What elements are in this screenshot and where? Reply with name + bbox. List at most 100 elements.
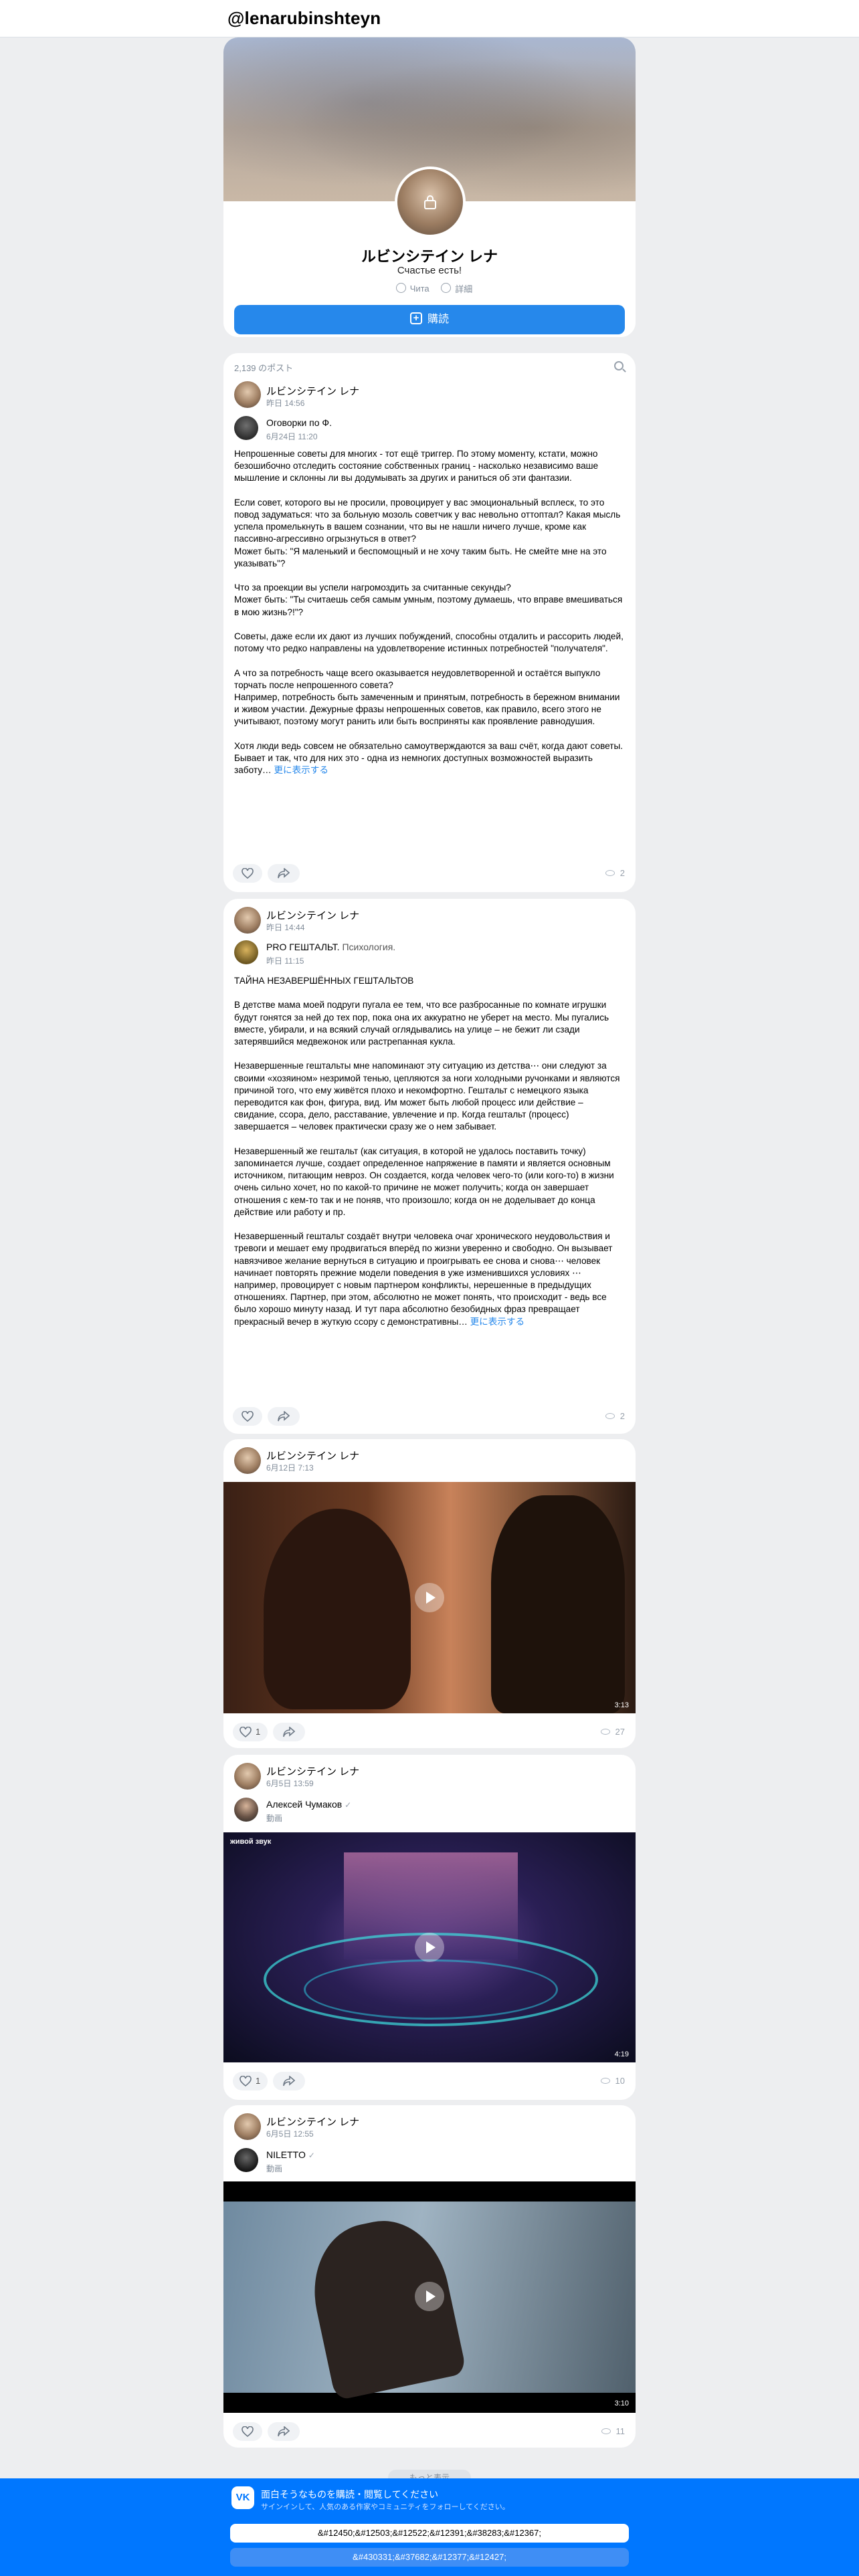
verified-icon: ✓ xyxy=(308,2151,315,2160)
post-author[interactable]: ルビンシテイン レナ xyxy=(266,1764,359,1778)
video-figure xyxy=(264,1509,411,1709)
wall-post: ルビンシテイン レナ 6月5日 12:55 NILETTO ✓ 動画 3:10 … xyxy=(223,2105,636,2448)
views-count: 2 xyxy=(605,868,625,878)
post-count: 2,139 のポスト xyxy=(234,363,294,373)
author-avatar[interactable] xyxy=(234,2113,261,2140)
heart-icon xyxy=(242,868,254,879)
eye-icon xyxy=(600,1729,610,1735)
repost-source[interactable]: PRO ГЕШТАЛЬТ. Психология. xyxy=(266,942,395,952)
post-body: Непрошенные советы для многих - тот ещё … xyxy=(234,449,624,776)
subscribe-label: 購読 xyxy=(427,314,449,325)
verified-icon: ✓ xyxy=(345,1800,352,1810)
like-button[interactable] xyxy=(233,2422,262,2441)
wall-post: ルビンシテイン レナ 昨日 14:44 PRO ГЕШТАЛЬТ. Психол… xyxy=(223,899,636,1434)
author-avatar[interactable] xyxy=(234,1763,261,1790)
repost-avatar[interactable] xyxy=(234,416,258,440)
share-button[interactable] xyxy=(273,1723,305,1741)
like-button[interactable]: 1 xyxy=(233,2072,268,2090)
video-duration: 3:13 xyxy=(614,1701,629,1709)
profile-name: ルビンシテイン レナ xyxy=(361,248,498,265)
heart-icon xyxy=(240,1727,252,1737)
register-button[interactable]: &#430331;&#37682;&#12377;&#12427; xyxy=(230,2548,629,2567)
video-player[interactable]: 3:10 xyxy=(223,2181,636,2413)
profile-avatar[interactable] xyxy=(395,167,466,237)
profile-status: Счастье есть! xyxy=(397,265,462,276)
profile-card: ルビンシテイン レナ Счастье есть! Чита 詳細 + 購読 xyxy=(223,37,636,337)
wall-post: ルビンシテイン レナ 6月12日 7:13 3:13 1 27 xyxy=(223,1439,636,1748)
video-player[interactable]: 3:13 xyxy=(223,1482,636,1713)
repost-source[interactable]: Алексей Чумаков ✓ xyxy=(266,1799,351,1810)
author-avatar[interactable] xyxy=(234,1447,261,1474)
repost-avatar[interactable] xyxy=(234,2148,258,2172)
repost-source-tag: Психология. xyxy=(342,942,396,952)
search-icon[interactable] xyxy=(614,361,624,370)
post-author[interactable]: ルビンシテイン レナ xyxy=(266,908,359,922)
like-button[interactable] xyxy=(233,1407,262,1426)
author-avatar[interactable] xyxy=(234,907,261,934)
post-date[interactable]: 昨日 14:44 xyxy=(266,922,304,933)
video-player[interactable]: живой звук 4:19 xyxy=(223,1832,636,2062)
views-value: 11 xyxy=(615,2426,626,2436)
wall-post: 2,139 のポスト ルビンシテイン レナ 昨日 14:56 Оговорки … xyxy=(223,353,636,892)
post-date[interactable]: 6月5日 12:55 xyxy=(266,2128,314,2139)
profile-city: Чита xyxy=(409,284,430,294)
post-body: ТАЙНА НЕЗАВЕРШЁННЫХ ГЕШТАЛЬТОВ В детстве… xyxy=(234,976,620,1327)
eye-icon xyxy=(605,1413,615,1420)
post-text: Непрошенные советы для многих - тот ещё … xyxy=(234,448,625,776)
eye-icon xyxy=(601,2428,611,2435)
author-avatar[interactable] xyxy=(234,381,261,408)
heart-icon xyxy=(242,1411,254,1422)
views-value: 10 xyxy=(615,2076,625,2086)
share-button[interactable] xyxy=(268,2422,300,2441)
like-button[interactable] xyxy=(233,864,262,883)
views-count: 10 xyxy=(600,2076,625,2086)
share-icon xyxy=(283,1727,295,1737)
repost-type: 動画 xyxy=(266,2164,283,2173)
profile-details-link[interactable]: 詳細 xyxy=(455,282,472,295)
post-date[interactable]: 6月12日 7:13 xyxy=(266,1462,314,1473)
views-count: 27 xyxy=(600,1727,625,1737)
show-more-link[interactable]: 更に表示する xyxy=(470,1317,525,1327)
post-date[interactable]: 昨日 14:56 xyxy=(266,397,304,409)
repost-source-name: PRO ГЕШТАЛЬТ. xyxy=(266,942,340,952)
likes-value: 1 xyxy=(256,1727,261,1737)
show-more-link[interactable]: 更に表示する xyxy=(274,765,328,775)
share-button[interactable] xyxy=(268,864,300,883)
lock-icon xyxy=(424,195,436,209)
post-author[interactable]: ルビンシテイン レナ xyxy=(266,2115,359,2129)
repost-date[interactable]: 6月24日 11:20 xyxy=(266,431,318,442)
repost-source-name: Алексей Чумаков xyxy=(266,1799,343,1810)
post-date[interactable]: 6月5日 13:59 xyxy=(266,1778,314,1789)
play-icon[interactable] xyxy=(415,1583,444,1612)
heart-icon xyxy=(240,2076,252,2086)
share-icon xyxy=(283,2076,295,2086)
banner-title: 面白そうなものを購読・閲覧してください xyxy=(261,2489,439,2500)
vk-logo-icon: VK xyxy=(231,2486,254,2509)
post-author[interactable]: ルビンシテイン レナ xyxy=(266,1448,359,1463)
repost-source[interactable]: NILETTO ✓ xyxy=(266,2149,315,2160)
profile-handle[interactable]: @lenarubinshteyn xyxy=(227,8,381,29)
post-author[interactable]: ルビンシテイン レナ xyxy=(266,384,359,398)
repost-source[interactable]: Оговорки по Ф. xyxy=(266,417,332,428)
repost-date[interactable]: 昨日 11:15 xyxy=(266,955,304,966)
play-icon[interactable] xyxy=(415,2282,444,2311)
views-value: 2 xyxy=(619,1411,625,1421)
wall-post: ルビンシテイン レナ 6月5日 13:59 Алексей Чумаков ✓ … xyxy=(223,1755,636,2100)
repost-type: 動画 xyxy=(266,1814,283,1823)
repost-source-name: NILETTO xyxy=(266,2149,306,2160)
like-button[interactable]: 1 xyxy=(233,1723,268,1741)
views-count: 2 xyxy=(605,1411,625,1421)
video-caption: живой звук xyxy=(230,1838,272,1846)
subscribe-button[interactable]: + 購読 xyxy=(234,305,625,334)
repost-avatar[interactable] xyxy=(234,940,258,964)
open-in-app-button[interactable]: &#12450;&#12503;&#12522;&#12391;&#38283;… xyxy=(230,2524,629,2543)
play-icon[interactable] xyxy=(415,1933,444,1962)
repost-avatar[interactable] xyxy=(234,1798,258,1822)
share-button[interactable] xyxy=(268,1407,300,1426)
views-value: 27 xyxy=(615,1727,625,1737)
eye-icon xyxy=(600,2078,610,2084)
video-duration: 3:10 xyxy=(614,2399,629,2407)
share-button[interactable] xyxy=(273,2072,305,2090)
views-value: 2 xyxy=(619,868,625,878)
views-count: 11 xyxy=(601,2426,626,2436)
